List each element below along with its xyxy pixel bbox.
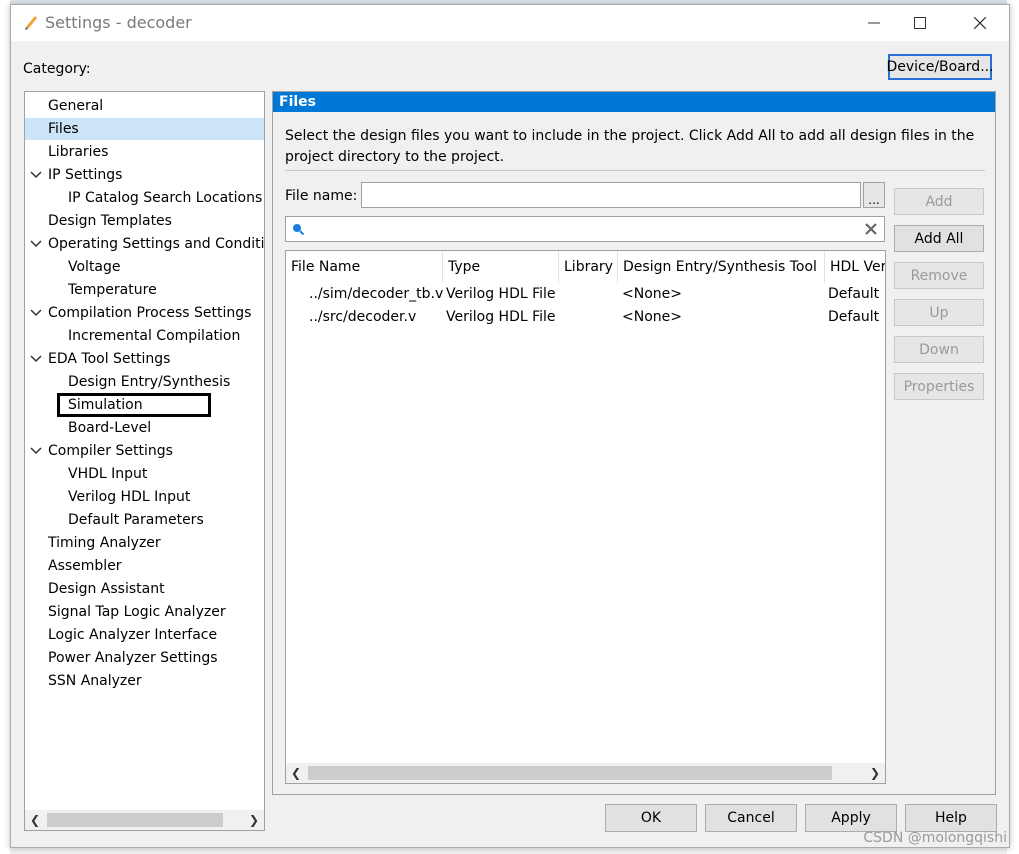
table-cell: Verilog HDL File [446,309,556,325]
table-cell: ../sim/decoder_tb.v [309,286,443,302]
window-title: Settings - decoder [45,13,192,32]
title-bar[interactable]: Settings - decoder [11,5,1009,41]
table-horizontal-scrollbar[interactable]: ❮ ❯ [286,763,885,783]
scroll-right-icon[interactable]: ❯ [865,763,885,783]
settings-window: Settings - decoder Category: Device/Boar… [10,4,1010,848]
tree-item-label: Voltage [68,259,121,275]
close-icon [974,17,986,29]
tree-item-label: Assembler [48,558,122,574]
tree-item-label: Default Parameters [68,512,204,528]
help-button[interactable]: Help [905,804,997,832]
scroll-left-icon[interactable]: ❮ [286,763,306,783]
ok-button[interactable]: OK [605,804,697,832]
tree-item-label: Logic Analyzer Interface [48,627,218,643]
tree-item-label: Signal Tap Logic Analyzer [48,604,226,620]
add-all-button[interactable]: Add All [894,225,984,252]
tree-item-label: Timing Analyzer [48,535,161,551]
tree-item-label: General [48,98,104,114]
table-cell: ../src/decoder.v [309,309,417,325]
separator [285,170,985,171]
search-icon [293,224,304,235]
file-name-label: File name: [285,188,358,204]
tree-horizontal-scrollbar[interactable]: ❮ ❯ [25,810,264,830]
watermark-text: CSDN @molongqishi [863,830,1007,846]
table-cell [576,283,618,306]
maximize-icon [914,17,926,29]
tree-item-label: IP Settings [48,167,123,183]
tree-item-label: Design Assistant [48,581,165,597]
tree-item-label: VHDL Input [68,466,148,482]
table-cell: Default [828,309,880,325]
device-board-button[interactable]: Device/Board... [886,54,994,80]
browse-button[interactable]: ... [863,182,885,208]
category-tree[interactable]: ❮ ❯ General Files Libraries IP Settings IP C… [24,91,265,831]
table-cell [576,306,618,329]
chevron-down-icon[interactable] [29,440,43,462]
minimize-button[interactable] [851,5,897,41]
annotation-highlight-box [57,393,211,417]
chevron-down-icon[interactable] [29,164,43,186]
add-button[interactable]: Add [894,188,984,215]
files-table[interactable]: ❮ ❯ File Name Type Library Design Entry/Syn… [285,250,886,784]
tree-item-label: Compilation Process Settings [48,305,252,321]
table-row[interactable]: ../sim/decoder_tb.v Verilog HDL File <None… [286,283,885,306]
category-label: Category: [23,61,91,77]
column-header[interactable]: HDL Version [825,251,885,283]
up-button[interactable]: Up [894,299,984,326]
tree-item-label: Design Entry/Synthesis [68,374,231,390]
tree-item-label: Incremental Compilation [68,328,241,344]
scroll-thumb[interactable] [308,766,832,780]
tree-item-label: Files [48,121,79,137]
files-description: Select the design files you want to incl… [285,128,975,165]
close-button[interactable] [957,5,1003,41]
tree-item-label: EDA Tool Settings [48,351,171,367]
files-panel: Files Select the design files you want t… [272,91,996,795]
tree-item-label: Compiler Settings [48,443,173,459]
clear-search-icon[interactable] [864,222,878,236]
scroll-left-icon[interactable]: ❮ [25,810,45,830]
maximize-button[interactable] [897,5,943,41]
chevron-down-icon[interactable] [29,348,43,370]
tree-item-label: Design Templates [48,213,172,229]
tree-item-label: SSN Analyzer [48,673,142,689]
scroll-right-icon[interactable]: ❯ [244,810,264,830]
column-header[interactable]: File Name [286,251,443,283]
tree-item-label: Operating Settings and Conditions [48,236,265,252]
file-name-input[interactable] [361,182,861,208]
apply-button[interactable]: Apply [805,804,897,832]
tree-item-label: IP Catalog Search Locations [68,190,263,206]
filter-search-input[interactable] [285,216,885,242]
tree-item-label: Verilog HDL Input [68,489,191,505]
column-header[interactable]: Type [443,251,559,283]
minimize-icon [868,22,880,24]
pencil-icon [25,16,37,30]
tree-item-label: Libraries [48,144,109,160]
table-cell: <None> [622,286,682,302]
table-cell: <None> [622,309,682,325]
cancel-button[interactable]: Cancel [705,804,797,832]
chevron-down-icon[interactable] [29,302,43,324]
tree-item-label: Board-Level [68,420,152,436]
column-header[interactable]: Design Entry/Synthesis Tool [618,251,825,283]
files-heading: Files [273,92,995,112]
properties-button[interactable]: Properties [894,373,984,400]
column-header[interactable]: Library [559,251,618,283]
remove-button[interactable]: Remove [894,262,984,289]
background-app-left [0,0,10,854]
table-row[interactable]: ../src/decoder.v Verilog HDL File <None> De… [286,306,885,329]
down-button[interactable]: Down [894,336,984,363]
table-cell: Verilog HDL File [446,286,556,302]
tree-item-label: Temperature [68,282,157,298]
tree-item[interactable]: Files [25,118,264,140]
tree-item-label: Power Analyzer Settings [48,650,218,666]
table-cell: Default [828,286,880,302]
scroll-thumb[interactable] [47,813,223,827]
chevron-down-icon[interactable] [29,233,43,255]
